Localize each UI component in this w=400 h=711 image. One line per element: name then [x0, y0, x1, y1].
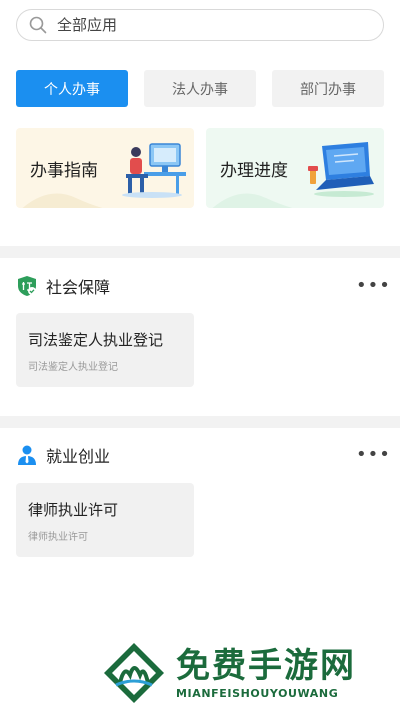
watermark-text: 免费手游网 MIANFEISHOUYOUWANG	[176, 647, 356, 700]
progress-card-label: 办理进度	[220, 160, 288, 181]
watermark-subtitle: MIANFEISHOUYOUWANG	[176, 686, 339, 700]
tab-personal[interactable]: 个人办事	[16, 70, 128, 107]
more-options-icon[interactable]: •••	[356, 277, 390, 295]
tab-department[interactable]: 部门办事	[272, 70, 384, 107]
section-header-social-security: 社会保障 •••	[16, 271, 390, 301]
service-subtitle: 司法鉴定人执业登记	[28, 362, 118, 373]
watermark-logo-icon	[104, 643, 164, 703]
watermark: 免费手游网 MIANFEISHOUYOUWANG	[102, 640, 390, 706]
search-input[interactable]	[57, 16, 357, 34]
person-icon	[18, 445, 36, 465]
person-at-computer-icon	[122, 143, 186, 198]
section-title: 就业创业	[46, 447, 111, 466]
tab-corporate[interactable]: 法人办事	[144, 70, 256, 107]
feature-cards: 办事指南 办理进度	[16, 128, 384, 208]
more-options-icon[interactable]: •••	[356, 446, 390, 464]
guide-card[interactable]: 办事指南	[16, 128, 194, 208]
service-subtitle: 律师执业许可	[28, 532, 88, 543]
section-divider	[0, 416, 400, 428]
guide-card-label: 办事指南	[30, 160, 98, 181]
watermark-title: 免费手游网	[176, 645, 356, 686]
search-bar[interactable]	[16, 9, 384, 41]
progress-card[interactable]: 办理进度	[206, 128, 384, 208]
service-item[interactable]: 司法鉴定人执业登记 司法鉴定人执业登记	[16, 313, 194, 387]
section-divider	[0, 246, 400, 258]
section-header-employment: 就业创业 •••	[16, 440, 390, 470]
search-icon	[29, 16, 47, 34]
service-item[interactable]: 律师执业许可 律师执业许可	[16, 483, 194, 557]
section-title: 社会保障	[46, 278, 111, 297]
tab-bar: 个人办事 法人办事 部门办事	[16, 70, 384, 107]
service-title: 律师执业许可	[28, 501, 119, 519]
laptop-icon	[308, 142, 374, 197]
shield-icon	[18, 276, 36, 296]
service-title: 司法鉴定人执业登记	[28, 331, 164, 349]
